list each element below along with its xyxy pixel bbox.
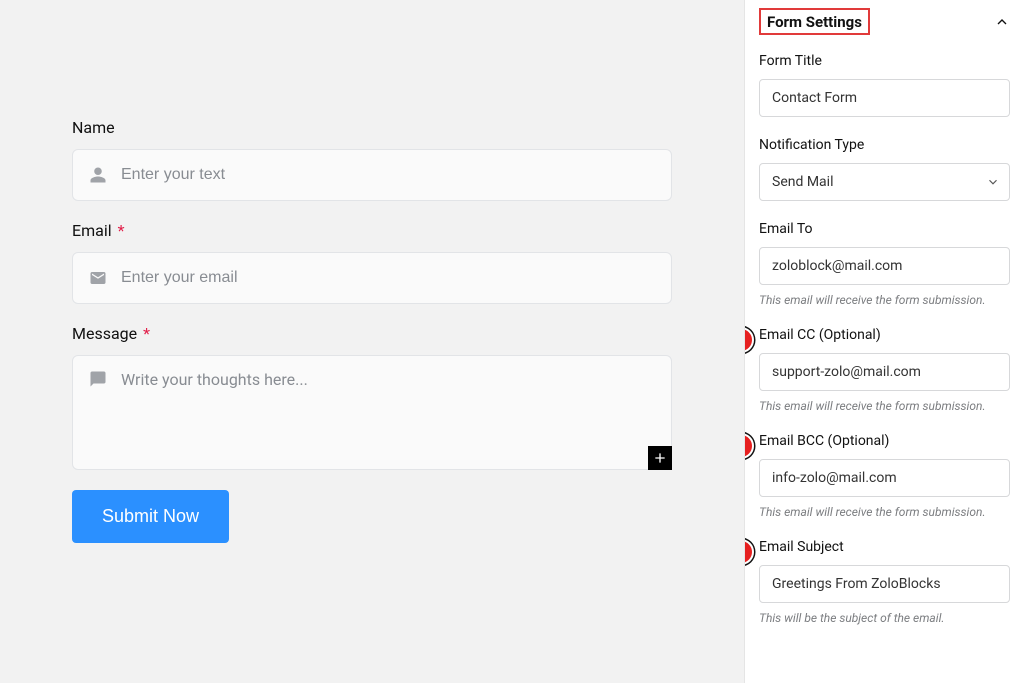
step-badge-4: 4: [744, 327, 754, 353]
user-icon: [89, 166, 107, 184]
message-input-wrap: [72, 355, 672, 470]
settings-sidebar: Form Settings Form Title Notification Ty…: [744, 0, 1024, 683]
email-input[interactable]: [121, 269, 655, 287]
email-bcc-input[interactable]: [759, 459, 1010, 497]
email-to-input[interactable]: [759, 247, 1010, 285]
email-subject-label: Email Subject: [759, 539, 1010, 555]
notification-type-select-wrap: Send Mail: [759, 163, 1010, 201]
notification-type-setting: Notification Type Send Mail: [759, 137, 1010, 201]
email-cc-setting: 4 Email CC (Optional) This email will re…: [759, 327, 1010, 413]
chat-icon: [89, 370, 107, 388]
message-field: Message*: [72, 324, 672, 470]
panel-title: Form Settings: [767, 13, 862, 31]
message-label: Message*: [72, 324, 672, 343]
email-field: Email*: [72, 221, 672, 304]
envelope-icon: [89, 269, 107, 287]
email-subject-helper: This will be the subject of the email.: [759, 611, 1010, 625]
panel-header[interactable]: Form Settings: [759, 8, 1010, 35]
email-bcc-label: Email BCC (Optional): [759, 433, 1010, 449]
required-mark: *: [143, 324, 150, 343]
email-to-setting: Email To This email will receive the for…: [759, 221, 1010, 307]
chevron-up-icon: [994, 14, 1010, 30]
email-bcc-setting: 5 Email BCC (Optional) This email will r…: [759, 433, 1010, 519]
name-input[interactable]: [121, 166, 655, 184]
name-label: Name: [72, 118, 672, 137]
email-to-label: Email To: [759, 221, 1010, 237]
panel-title-highlight: Form Settings: [759, 8, 870, 35]
email-input-wrap: [72, 252, 672, 304]
email-subject-setting: 6 Email Subject This will be the subject…: [759, 539, 1010, 625]
form-title-input[interactable]: [759, 79, 1010, 117]
email-label: Email*: [72, 221, 672, 240]
email-cc-helper: This email will receive the form submiss…: [759, 399, 1010, 413]
email-cc-input[interactable]: [759, 353, 1010, 391]
email-to-helper: This email will receive the form submiss…: [759, 293, 1010, 307]
step-badge-6: 6: [744, 539, 754, 565]
email-subject-input[interactable]: [759, 565, 1010, 603]
add-block-button[interactable]: [648, 446, 672, 470]
email-bcc-helper: This email will receive the form submiss…: [759, 505, 1010, 519]
step-badge-5: 5: [744, 433, 754, 459]
form-title-label: Form Title: [759, 53, 1010, 69]
name-field: Name: [72, 118, 672, 201]
name-input-wrap: [72, 149, 672, 201]
form-title-setting: Form Title: [759, 53, 1010, 117]
required-mark: *: [118, 221, 125, 240]
message-textarea[interactable]: [121, 370, 655, 469]
notification-type-label: Notification Type: [759, 137, 1010, 153]
notification-type-select[interactable]: Send Mail: [759, 163, 1010, 201]
form-canvas: Name Email* Message* Submit Now: [0, 0, 744, 683]
email-cc-label: Email CC (Optional): [759, 327, 1010, 343]
submit-button[interactable]: Submit Now: [72, 490, 229, 543]
